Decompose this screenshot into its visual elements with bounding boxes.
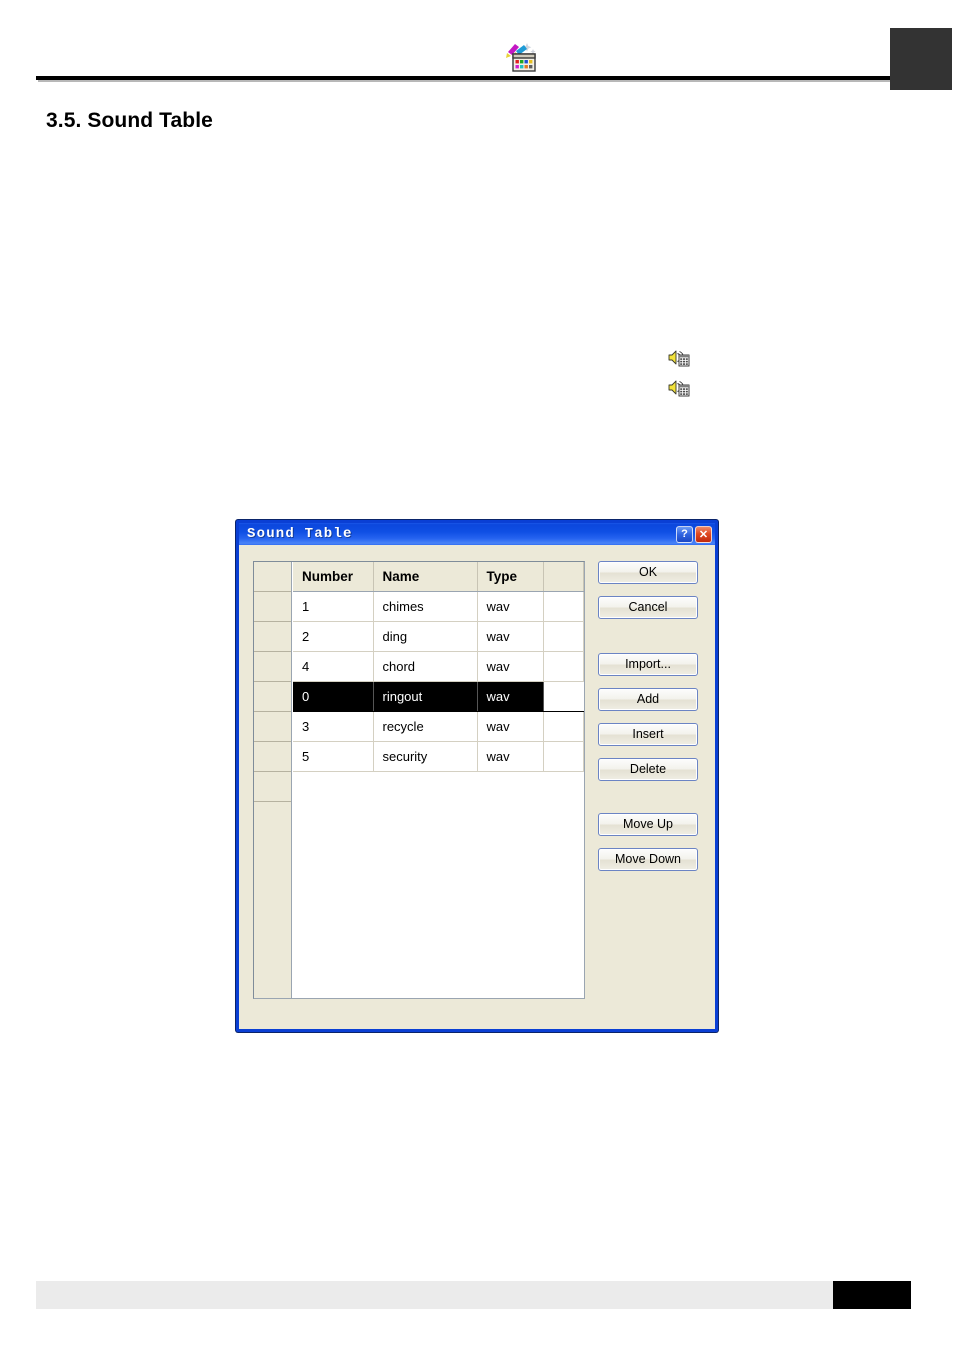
table-row[interactable]: 2 ding wav [293,621,584,652]
cell-empty [543,711,584,742]
sound-table-grid: Number Name Type 1 chimes wav 2 ding wav… [293,562,584,998]
table-row[interactable]: 5 security wav [293,741,584,772]
sound-table-dialog: Sound Table ? ✕ Number Name Type 1 chime… [236,520,718,1032]
gutter-cell[interactable] [254,652,291,682]
paint-palette-grid-icon [504,41,540,73]
cell-number: 4 [293,651,374,682]
column-header-empty [543,562,584,592]
cell-name: security [373,741,478,772]
help-icon[interactable]: ? [676,525,693,543]
cell-type: wav [477,711,544,742]
column-header-number[interactable]: Number [293,562,374,592]
footer-bar [36,1281,894,1309]
cell-type: wav [477,681,544,712]
cell-type: wav [477,651,544,682]
dialog-titlebar[interactable]: Sound Table ? ✕ [239,523,715,545]
cell-number: 5 [293,741,374,772]
dialog-body: Number Name Type 1 chimes wav 2 ding wav… [239,545,715,1029]
gutter-cell[interactable] [254,742,291,772]
cell-name: chimes [373,591,478,622]
sound-list-panel[interactable]: Number Name Type 1 chimes wav 2 ding wav… [253,561,585,999]
cell-name: chord [373,651,478,682]
cell-empty [543,741,584,772]
cell-empty [543,651,584,682]
cell-name: ringout [373,681,478,712]
cell-empty [543,621,584,652]
cell-type: wav [477,741,544,772]
gutter-cell[interactable] [254,592,291,622]
table-row[interactable]: 3 recycle wav [293,711,584,742]
gutter-header-cell [254,562,291,592]
insert-button[interactable]: Insert [598,723,698,746]
column-header-type[interactable]: Type [477,562,544,592]
cell-number: 1 [293,591,374,622]
delete-button[interactable]: Delete [598,758,698,781]
close-icon[interactable]: ✕ [695,525,712,543]
dialog-title: Sound Table [247,526,353,542]
cell-empty [543,681,584,712]
gutter-cell[interactable] [254,712,291,742]
cell-type: wav [477,621,544,652]
row-selector-gutter [254,562,292,998]
table-row-selected[interactable]: 0 ringout wav [293,681,584,712]
header-black-box [890,28,952,90]
header-divider-rule [36,76,894,80]
cell-number: 3 [293,711,374,742]
move-up-button[interactable]: Move Up [598,813,698,836]
cell-type: wav [477,591,544,622]
gutter-cell[interactable] [254,772,291,802]
gutter-cell[interactable] [254,622,291,652]
gutter-cell[interactable] [254,682,291,712]
sound-table-icon-1 [668,348,690,368]
add-button[interactable]: Add [598,688,698,711]
column-header-name[interactable]: Name [373,562,478,592]
table-row[interactable]: 4 chord wav [293,651,584,682]
cell-name: ding [373,621,478,652]
ok-button[interactable]: OK [598,561,698,584]
cancel-button[interactable]: Cancel [598,596,698,619]
table-header-row: Number Name Type [293,562,584,592]
table-row[interactable]: 1 chimes wav [293,591,584,622]
footer-black-box [833,1281,911,1309]
cell-name: recycle [373,711,478,742]
cell-number: 2 [293,621,374,652]
page-title: 3.5. Sound Table [46,109,213,132]
sound-table-icon-2 [668,378,690,398]
cell-number: 0 [293,681,374,712]
page-header [0,0,954,100]
cell-empty [543,591,584,622]
move-down-button[interactable]: Move Down [598,848,698,871]
dialog-button-column: OK Cancel Import... Add Insert Delete Mo… [598,561,698,883]
import-button[interactable]: Import... [598,653,698,676]
